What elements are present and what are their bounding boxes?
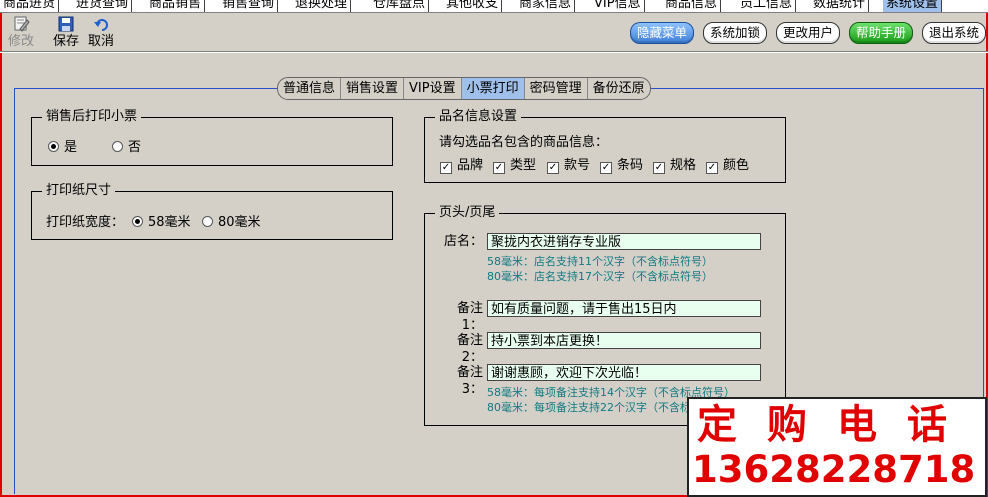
option-type[interactable]: ✓ 类型 (493, 154, 536, 174)
print-after-sale-title: 销售后打印小票 (42, 109, 142, 125)
menu-item-stats[interactable]: 数据统计 (810, 0, 870, 12)
menu-item-returns[interactable]: 退换处理 (292, 0, 352, 12)
order-phone-number: 13628228718 (692, 448, 976, 491)
paper-58-radio[interactable] (132, 216, 143, 227)
menu-item-staff[interactable]: 员工信息 (737, 0, 797, 12)
paper-80-radio[interactable] (202, 216, 213, 227)
barcode-checkbox[interactable]: ✓ (600, 162, 612, 174)
option-brand[interactable]: ✓ 品牌 (440, 154, 483, 174)
change-user-button[interactable]: 更改用户 (776, 22, 841, 44)
spec-checkbox[interactable]: ✓ (653, 162, 665, 174)
paper-58-option[interactable]: 58毫米 (132, 211, 191, 230)
toolbar-separator (0, 51, 988, 53)
tab-sales-settings[interactable]: 销售设置 (341, 78, 405, 99)
menu-item-sales-query[interactable]: 销售查询 (219, 0, 279, 12)
print-no-option[interactable]: 否 (112, 136, 141, 155)
paper-size-title: 打印纸尺寸 (42, 183, 116, 199)
menu-item-purchase-query[interactable]: 进货查询 (73, 0, 133, 12)
edit-label: 修改 (8, 34, 35, 49)
cancel-label: 取消 (88, 34, 115, 49)
tab-password[interactable]: 密码管理 (525, 78, 588, 99)
option-style-no[interactable]: ✓ 款号 (547, 154, 590, 174)
menu-item-merchants[interactable]: 商家信息 (516, 0, 576, 12)
type-checkbox[interactable]: ✓ (493, 162, 505, 174)
menu-item-settings[interactable]: 系统设置 (883, 0, 943, 12)
product-name-group: 品名信息设置 请勾选品名包含的商品信息： ✓ 品牌 ✓ 类型 ✓ 款号 ✓ 条码 ✓ 规格… (424, 109, 786, 183)
settings-tabs: 普通信息 销售设置 VIP设置 小票打印 密码管理 备份还原 (277, 77, 651, 100)
tab-vip-settings[interactable]: VIP设置 (404, 78, 462, 99)
paper-width-label: 打印纸宽度： (46, 215, 125, 230)
menu-item-other[interactable]: 其他收支 (443, 0, 503, 12)
type-label: 类型 (510, 158, 537, 173)
hide-menu-button[interactable]: 隐藏菜单 (630, 22, 695, 44)
cancel-button[interactable]: 取消 (88, 16, 114, 49)
print-yes-option[interactable]: 是 (48, 136, 77, 155)
print-no-radio[interactable] (112, 141, 123, 152)
product-name-prompt: 请勾选品名包含的商品信息： (439, 135, 609, 150)
style-no-checkbox[interactable]: ✓ (547, 162, 559, 174)
paper-size-group: 打印纸尺寸 打印纸宽度： 58毫米 80毫米 (31, 183, 393, 240)
print-yes-radio[interactable] (48, 141, 59, 152)
note1-input[interactable]: 如有质量问题，请于售出15日内 (487, 300, 761, 317)
order-phone-banner: 定购电话 13628228718 (687, 397, 987, 497)
product-name-title: 品名信息设置 (435, 109, 522, 125)
shop-name-input[interactable]: 聚拢内衣进销存专业版 (487, 233, 761, 250)
tab-receipt-print[interactable]: 小票打印 (461, 78, 525, 99)
tab-general[interactable]: 普通信息 (278, 78, 342, 99)
brand-label: 品牌 (457, 158, 484, 173)
undo-icon (94, 19, 108, 31)
edit-button[interactable]: 修改 (8, 16, 34, 49)
shop-name-label: 店名： (443, 234, 483, 249)
brand-checkbox[interactable]: ✓ (440, 162, 452, 174)
print-after-sale-group: 销售后打印小票 是 否 (31, 109, 393, 166)
menu-item-purchase[interactable]: 商品进货 (0, 0, 60, 12)
tab-backup[interactable]: 备份还原 (588, 78, 650, 99)
header-footer-title: 页头/页尾 (435, 205, 500, 221)
menu-item-sales[interactable]: 商品销售 (146, 0, 206, 12)
note1-label: 备注1： (456, 301, 483, 333)
menu-item-vip[interactable]: VIP信息 (591, 0, 645, 12)
print-no-label: 否 (128, 140, 142, 155)
shop-hint-80: 80毫米：店名支持17个汉字（不含标点符号） (487, 270, 713, 283)
note2-label: 备注2： (456, 333, 483, 365)
menu-item-stocktake[interactable]: 仓库盘点 (370, 0, 430, 12)
note2-input[interactable]: 持小票到本店更换！ (487, 332, 761, 349)
paper-80-label: 80毫米 (218, 215, 261, 230)
save-button[interactable]: 保存 (53, 16, 79, 49)
spec-label: 规格 (670, 158, 697, 173)
option-color[interactable]: ✓ 颜色 (706, 154, 749, 174)
save-label: 保存 (53, 34, 80, 49)
lock-system-button[interactable]: 系统加锁 (703, 22, 768, 44)
main-menu-bar: 商品进货 进货查询 商品销售 销售查询 退换处理 仓库盘点 其他收支 商家信息 … (0, 0, 988, 13)
color-checkbox[interactable]: ✓ (706, 162, 718, 174)
option-spec[interactable]: ✓ 规格 (653, 154, 696, 174)
edit-icon (14, 16, 30, 32)
print-yes-label: 是 (64, 140, 78, 155)
shop-hint-58: 58毫米：店名支持11个汉字（不含标点符号） (487, 255, 713, 268)
style-no-label: 款号 (564, 158, 591, 173)
menu-item-products[interactable]: 商品信息 (662, 0, 722, 12)
exit-system-button[interactable]: 退出系统 (922, 22, 987, 44)
note3-input[interactable]: 谢谢惠顾，欢迎下次光临！ (487, 364, 761, 381)
paper-58-label: 58毫米 (148, 215, 191, 230)
paper-80-option[interactable]: 80毫米 (202, 211, 261, 230)
order-phone-title: 定购电话 (697, 402, 977, 448)
save-icon (58, 16, 74, 32)
option-barcode[interactable]: ✓ 条码 (600, 154, 643, 174)
help-manual-button[interactable]: 帮助手册 (849, 22, 914, 44)
color-label: 颜色 (723, 158, 750, 173)
barcode-label: 条码 (617, 158, 644, 173)
note3-label: 备注3： (456, 365, 483, 397)
